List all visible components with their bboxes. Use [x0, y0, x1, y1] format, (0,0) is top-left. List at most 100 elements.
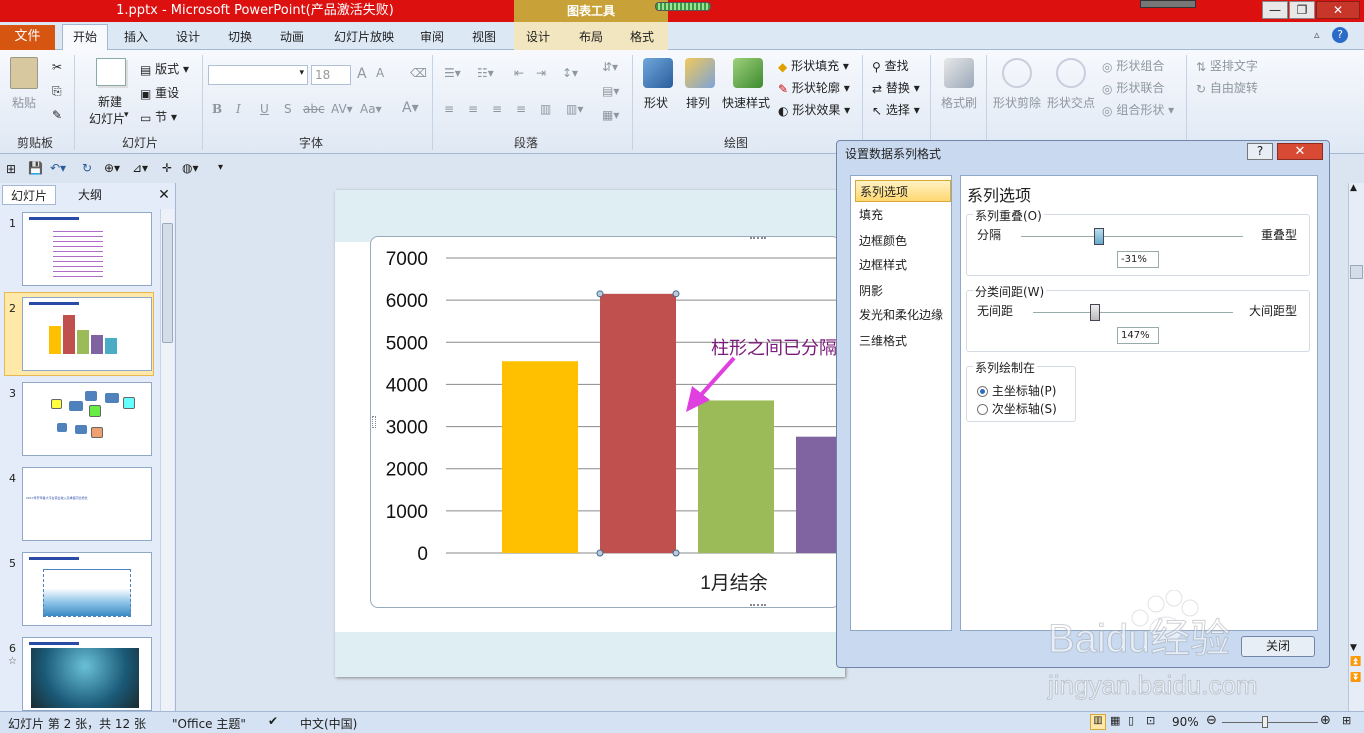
- format-painter-icon[interactable]: [944, 58, 974, 88]
- selection-handle[interactable]: [596, 549, 604, 557]
- selection-handle[interactable]: [596, 290, 604, 298]
- toolbar-icon[interactable]: ⊕▾: [104, 161, 120, 175]
- undo-icon[interactable]: ↶▾: [50, 161, 66, 175]
- format-painter-button[interactable]: 格式刷: [941, 94, 977, 111]
- save-icon[interactable]: 💾: [28, 161, 43, 175]
- slide-sorter-icon[interactable]: ▦: [1110, 714, 1120, 727]
- panel-scrollbar[interactable]: [160, 209, 174, 711]
- align-left-icon[interactable]: ≡: [444, 102, 454, 116]
- format-painter-small-icon[interactable]: ✎: [52, 108, 62, 122]
- zoom-slider-thumb[interactable]: [1262, 716, 1268, 728]
- bar-chart[interactable]: 0 1000 2000 3000 4000 5000 6000 7000 1月结余: [370, 236, 840, 608]
- increase-indent-icon[interactable]: ⇥: [536, 66, 546, 80]
- close-window-button[interactable]: ✕: [1316, 1, 1360, 19]
- smartart-icon[interactable]: ▦▾: [602, 108, 619, 122]
- zoom-out-icon[interactable]: ⊖: [1206, 713, 1217, 728]
- shape-effects-button[interactable]: ◐ 形状效果 ▾: [778, 101, 850, 118]
- nav-3d-format[interactable]: 三维格式: [855, 330, 951, 352]
- zoom-level[interactable]: 90%: [1172, 715, 1199, 729]
- find-button[interactable]: ⚲ 查找: [872, 57, 909, 74]
- font-color-icon[interactable]: A▾: [402, 100, 419, 116]
- slide-thumbnail-4[interactable]: 2017年开年各大平台营业收入及季度同比增长: [22, 467, 152, 541]
- tab-chart-format[interactable]: 格式: [622, 26, 662, 50]
- copy-icon[interactable]: ⎘: [52, 84, 62, 99]
- minimize-button[interactable]: —: [1262, 1, 1288, 19]
- arrange-button[interactable]: 排列: [686, 94, 710, 111]
- tab-chart-design[interactable]: 设计: [518, 26, 558, 50]
- nav-border-color[interactable]: 边框颜色: [855, 230, 951, 252]
- new-slide-icon[interactable]: [96, 58, 126, 86]
- scroll-down-icon[interactable]: ▼: [1350, 643, 1357, 653]
- chart-resize-handle-bottom[interactable]: [750, 604, 766, 607]
- gap-width-slider-thumb[interactable]: [1090, 304, 1100, 321]
- slide-thumbnail-2[interactable]: [22, 297, 152, 371]
- shape-union-button[interactable]: ◎ 形状联合: [1102, 79, 1164, 96]
- quick-styles-button[interactable]: 快速样式: [722, 94, 770, 111]
- nav-shadow[interactable]: 阴影: [855, 280, 951, 302]
- quick-styles-icon[interactable]: [733, 58, 763, 88]
- layout-button[interactable]: ▤ 版式 ▾: [140, 60, 189, 77]
- line-spacing-icon[interactable]: ↕▾: [562, 66, 578, 80]
- language-status[interactable]: 中文(中国): [300, 715, 357, 732]
- bar-series-2[interactable]: [600, 293, 676, 553]
- bold-button[interactable]: B: [212, 102, 222, 116]
- toolbar-icon-3[interactable]: ✛: [162, 161, 172, 175]
- tab-insert[interactable]: 插入: [116, 26, 156, 50]
- spellcheck-icon[interactable]: ✔: [268, 714, 278, 728]
- panel-scroll-thumb[interactable]: [162, 223, 173, 343]
- overlap-slider-thumb[interactable]: [1093, 228, 1104, 245]
- redo-icon[interactable]: ↻: [82, 161, 92, 175]
- shadow-button[interactable]: S: [284, 102, 292, 116]
- zoom-slider[interactable]: [1222, 722, 1318, 723]
- shapes-button[interactable]: 形状: [644, 94, 668, 111]
- grow-font-icon[interactable]: A: [357, 66, 367, 82]
- vertical-scrollbar[interactable]: ▲ ▼ ⏫ ⏬: [1348, 183, 1364, 711]
- gap-width-slider[interactable]: [1033, 304, 1233, 321]
- dialog-close-button[interactable]: ✕: [1277, 143, 1323, 160]
- cut-icon[interactable]: ✂: [52, 60, 62, 74]
- tab-file[interactable]: 文件: [0, 25, 55, 50]
- shape-fill-button[interactable]: ◆ 形状填充 ▾: [778, 57, 849, 74]
- secondary-axis-option[interactable]: 次坐标轴(S): [977, 400, 1057, 417]
- tab-animations[interactable]: 动画: [272, 26, 312, 50]
- tab-slideshow[interactable]: 幻灯片放映: [328, 26, 400, 50]
- paste-icon[interactable]: [10, 57, 38, 89]
- new-slide-label-2[interactable]: 幻灯片: [89, 110, 125, 127]
- next-slide-icon[interactable]: ⏬: [1350, 673, 1361, 683]
- nav-glow-soft-edges[interactable]: 发光和柔化边缘: [855, 304, 951, 326]
- reset-button[interactable]: ▣ 重设: [140, 84, 179, 101]
- selection-handle[interactable]: [672, 290, 680, 298]
- chart-resize-handle-top[interactable]: [750, 237, 766, 240]
- vertical-text-button[interactable]: ⇅ 竖排文字: [1196, 57, 1258, 74]
- toolbar-icon-2[interactable]: ⊿▾: [132, 161, 148, 175]
- replace-button[interactable]: ⇄ 替换 ▾: [872, 79, 920, 96]
- arrange-icon[interactable]: [685, 58, 715, 88]
- tab-view[interactable]: 视图: [464, 26, 504, 50]
- shape-outline-button[interactable]: ✎ 形状轮廓 ▾: [778, 79, 850, 96]
- tab-chart-layout[interactable]: 布局: [571, 26, 611, 50]
- scroll-up-icon[interactable]: ▲: [1350, 183, 1357, 193]
- ribbon-collapse-icon[interactable]: ▵: [1314, 28, 1320, 41]
- chevron-down-icon[interactable]: ▾: [124, 110, 129, 120]
- nav-series-options[interactable]: 系列选项: [855, 180, 951, 202]
- free-rotate-button[interactable]: ↻ 自由旋转: [1196, 79, 1258, 96]
- bullets-icon[interactable]: ☰▾: [444, 66, 461, 80]
- paste-button[interactable]: 粘贴: [12, 94, 36, 111]
- new-slide-label[interactable]: 新建: [98, 93, 122, 110]
- font-family-select[interactable]: ▾: [208, 65, 308, 85]
- nav-fill[interactable]: 填充: [855, 204, 951, 226]
- secondary-axis-radio[interactable]: [977, 404, 988, 415]
- primary-axis-option[interactable]: 主坐标轴(P): [977, 382, 1056, 399]
- tab-home[interactable]: 开始: [62, 24, 108, 51]
- decrease-indent-icon[interactable]: ⇤: [514, 66, 524, 80]
- numbering-icon[interactable]: ☷▾: [477, 66, 494, 80]
- section-button[interactable]: ▭ 节 ▾: [140, 108, 177, 125]
- font-size-select[interactable]: 18: [311, 65, 351, 85]
- theme-status[interactable]: "Office 主题": [172, 715, 246, 732]
- slide-thumbnail-3[interactable]: [22, 382, 152, 456]
- shape-subtract-button[interactable]: 形状剪除: [993, 94, 1041, 111]
- tab-slides[interactable]: 幻灯片: [2, 185, 56, 205]
- select-button[interactable]: ↖ 选择 ▾: [872, 101, 920, 118]
- normal-view-icon[interactable]: ▥: [1090, 714, 1106, 730]
- change-case-icon[interactable]: Aa▾: [360, 102, 382, 116]
